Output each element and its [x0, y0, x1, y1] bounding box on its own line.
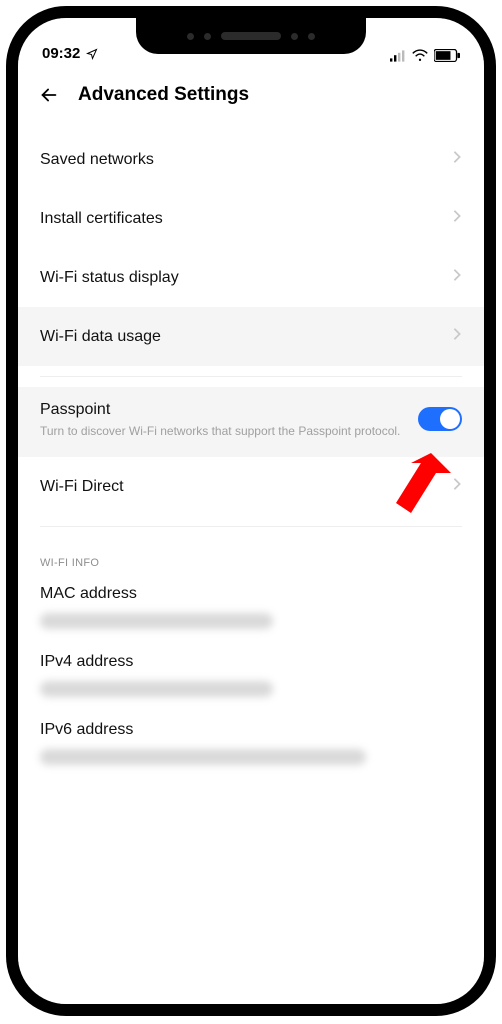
- row-wifi-status-display[interactable]: Wi-Fi status display: [18, 248, 484, 307]
- info-mac-value-redacted: [40, 613, 273, 629]
- row-passpoint: Passpoint Turn to discover Wi-Fi network…: [18, 387, 484, 457]
- section-wifi-info: WI-FI INFO: [18, 537, 484, 575]
- info-ipv4-value-redacted: [40, 681, 273, 697]
- chevron-right-icon: [452, 209, 462, 228]
- row-wifi-data-usage[interactable]: Wi-Fi data usage: [18, 307, 484, 366]
- signal-icon: [390, 50, 406, 62]
- divider: [40, 376, 462, 377]
- row-label: Install certificates: [40, 210, 452, 228]
- passpoint-toggle[interactable]: [418, 407, 462, 431]
- page-title: Advanced Settings: [78, 84, 249, 106]
- chevron-right-icon: [452, 268, 462, 287]
- phone-frame: 09:32 Advanced Settings Saved networks I: [6, 6, 496, 1016]
- chevron-right-icon: [452, 150, 462, 169]
- row-label: Wi-Fi data usage: [40, 328, 452, 346]
- status-time: 09:32: [42, 45, 80, 62]
- battery-icon: [434, 49, 460, 62]
- info-ipv6-label: IPv6 address: [18, 711, 484, 743]
- row-label: Wi-Fi status display: [40, 269, 452, 287]
- row-label: Wi-Fi Direct: [40, 478, 452, 496]
- row-wifi-direct[interactable]: Wi-Fi Direct: [18, 457, 484, 516]
- row-label: Passpoint: [40, 401, 404, 419]
- info-mac-label: MAC address: [18, 575, 484, 607]
- row-saved-networks[interactable]: Saved networks: [18, 130, 484, 189]
- divider: [40, 526, 462, 527]
- row-install-certificates[interactable]: Install certificates: [18, 189, 484, 248]
- row-label: Saved networks: [40, 151, 452, 169]
- location-icon: [86, 48, 98, 60]
- back-icon[interactable]: [38, 84, 60, 106]
- notch: [136, 18, 366, 54]
- chevron-right-icon: [452, 327, 462, 346]
- info-ipv4-label: IPv4 address: [18, 643, 484, 675]
- wifi-icon: [411, 49, 429, 62]
- chevron-right-icon: [452, 477, 462, 496]
- info-ipv6-value-redacted: [40, 749, 366, 765]
- page-header: Advanced Settings: [18, 66, 484, 130]
- row-subtext: Turn to discover Wi-Fi networks that sup…: [40, 423, 404, 439]
